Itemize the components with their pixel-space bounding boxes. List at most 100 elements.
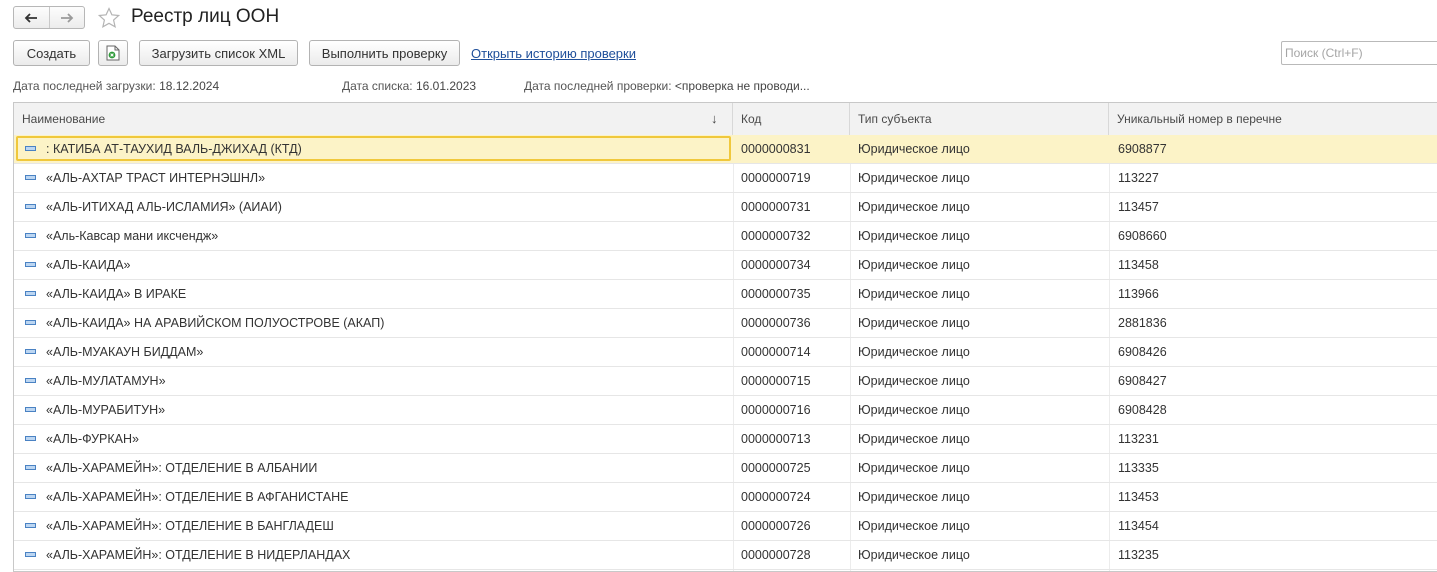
run-check-button[interactable]: Выполнить проверку [309,40,460,66]
cell-name: «АЛЬ-МУАКАУН БИДДАМ» [46,345,204,359]
cell-number: 113231 [1118,432,1159,446]
cell-type: Юридическое лицо [858,432,970,446]
cell-name: «АЛЬ-МУРАБИТУН» [46,403,166,417]
cell-code: 0000000714 [741,345,811,359]
cell-name: «АЛЬ-КАИДА» НА АРАВИЙСКОМ ПОЛУОСТРОВЕ (А… [46,316,385,330]
cell-number: 113458 [1118,258,1159,272]
cell-name: «АЛЬ-ХАРАМЕЙН»: ОТДЕЛЕНИЕ В НИДЕРЛАНДАХ [46,548,351,562]
cell-name: «АЛЬ-ИТИХАД АЛЬ-ИСЛАМИЯ» (АИАИ) [46,200,282,214]
catalog-item-icon [25,320,36,325]
last-load-value: 18.12.2024 [159,79,220,93]
cell-code: 0000000734 [741,258,811,272]
create-button[interactable]: Создать [13,40,90,66]
cell-number: 6908428 [1118,403,1167,417]
cell-code: 0000000719 [741,171,811,185]
table-row[interactable]: «АЛЬ-КАИДА» 0000000734 Юридическое лицо 113… [14,251,1437,280]
cell-type: Юридическое лицо [858,316,970,330]
table-row[interactable]: «АЛЬ-КАИДА» В ИРАКЕ 0000000735 Юридическое… [14,280,1437,309]
cell-number: 6908427 [1118,374,1167,388]
cell-type: Юридическое лицо [858,519,970,533]
entities-table[interactable]: Наименование ↓ Код Тип субъекта Уникальн… [13,102,1437,572]
cell-type: Юридическое лицо [858,229,970,243]
cell-name: «АЛЬ-МУЛАТАМУН» [46,374,166,388]
back-button[interactable] [14,7,49,28]
table-row[interactable]: «АЛЬ-ХАРАМЕЙН»: ОТДЕЛЕНИЕ В АЛБАНИИ 00000… [14,454,1437,483]
column-header-number[interactable]: Уникальный номер в перечне [1109,103,1437,135]
column-header-code[interactable]: Код [733,103,850,135]
last-check-value: <проверка не проводи... [674,79,810,93]
cell-type: Юридическое лицо [858,287,970,301]
cell-number: 113966 [1118,287,1159,301]
table-row[interactable]: «АЛЬ-ХАРАМЕЙН»: ОТДЕЛЕНИЕ В НИДЕРЛАНДАХ 0… [14,541,1437,570]
cell-type: Юридическое лицо [858,200,970,214]
cell-number: 6908660 [1118,229,1167,243]
cell-code: 0000000831 [741,142,811,156]
catalog-item-icon [25,436,36,441]
catalog-item-icon [25,262,36,267]
sort-desc-icon: ↓ [711,111,718,126]
table-row[interactable]: «АЛЬ-ФУРКАН» 0000000713 Юридическое лицо 11… [14,425,1437,454]
cell-code: 0000000732 [741,229,811,243]
cell-name: «АЛЬ-ФУРКАН» [46,432,139,446]
table-row[interactable]: «Аль-Кавсар мани иксчендж» 0000000732 Юрид… [14,222,1437,251]
table-row[interactable]: «АЛЬ-МУРАБИТУН» 0000000716 Юридическое лиц… [14,396,1437,425]
favorite-button[interactable] [97,6,121,33]
arrow-left-icon [24,12,38,23]
load-xml-button[interactable]: Загрузить список XML [139,40,298,66]
forward-button[interactable] [48,7,85,28]
last-load-label: Дата последней загрузки: [13,79,156,93]
catalog-item-icon [25,407,36,412]
cell-name: «АЛЬ-ХАРАМЕЙН»: ОТДЕЛЕНИЕ В БАНГЛАДЕШ [46,519,334,533]
cell-number: 6908426 [1118,345,1167,359]
table-row[interactable]: : КАТИБА АТ-ТАУХИД ВАЛЬ-ДЖИХАД (КТД) 0000… [14,135,1437,164]
cell-type: Юридическое лицо [858,548,970,562]
search-input[interactable] [1281,41,1437,65]
table-row[interactable]: «АЛЬ-ХАРАМЕЙН»: ОТДЕЛЕНИЕ В БАНГЛАДЕШ 000… [14,512,1437,541]
open-check-history-link[interactable]: Открыть историю проверки [471,46,636,61]
cell-number: 6908877 [1118,142,1167,156]
table-header: Наименование ↓ Код Тип субъекта Уникальн… [14,103,1437,136]
cell-code: 0000000736 [741,316,811,330]
cell-code: 0000000726 [741,519,811,533]
table-row[interactable]: «АЛЬ-АХТАР ТРАСТ ИНТЕРНЭШНЛ» 0000000719 Юр… [14,164,1437,193]
table-row[interactable]: «АЛЬ-КАИДА» НА АРАВИЙСКОМ ПОЛУОСТРОВЕ (А… [14,309,1437,338]
catalog-item-icon [25,523,36,528]
page-title: Реестр лиц ООН [131,6,280,27]
list-date-label: Дата списка: [342,79,413,93]
cell-code: 0000000724 [741,490,811,504]
table-row[interactable]: «АЛЬ-ХАРАМЕЙН»: ОТДЕЛЕНИЕ В АФГАНИСТАНЕ 0… [14,483,1437,512]
cell-code: 0000000713 [741,432,811,446]
table-row[interactable]: «АЛЬ-ИТИХАД АЛЬ-ИСЛАМИЯ» (АИАИ) 000000073… [14,193,1437,222]
last-check-label: Дата последней проверки: [524,79,672,93]
table-row[interactable]: «АЛЬ-МУАКАУН БИДДАМ» 0000000714 Юридическо… [14,338,1437,367]
column-header-type[interactable]: Тип субъекта [850,103,1109,135]
catalog-item-icon [25,552,36,557]
cell-code: 0000000728 [741,548,811,562]
cell-type: Юридическое лицо [858,345,970,359]
table-row[interactable]: «АЛЬ-МУЛАТАМУН» 0000000715 Юридическое лиц… [14,367,1437,396]
export-excel-button[interactable] [98,40,128,66]
cell-number: 113235 [1118,548,1159,562]
cell-number: 113453 [1118,490,1159,504]
cell-number: 113227 [1118,171,1159,185]
cell-type: Юридическое лицо [858,403,970,417]
cell-type: Юридическое лицо [858,461,970,475]
cell-name: «АЛЬ-ХАРАМЕЙН»: ОТДЕЛЕНИЕ В АФГАНИСТАНЕ [46,490,349,504]
last-check-info: Дата последней проверки: <проверка не пр… [524,79,810,93]
navigation-buttons [13,6,85,29]
catalog-item-icon [25,175,36,180]
cell-type: Юридическое лицо [858,171,970,185]
cell-number: 113457 [1118,200,1159,214]
cell-name: «АЛЬ-АХТАР ТРАСТ ИНТЕРНЭШНЛ» [46,171,266,185]
cell-name: «Аль-Кавсар мани иксчендж» [46,229,219,243]
arrow-right-icon [60,12,74,23]
column-header-name[interactable]: Наименование [14,103,733,135]
catalog-item-icon [25,233,36,238]
excel-icon [106,45,120,61]
cell-type: Юридическое лицо [858,490,970,504]
cell-name: «АЛЬ-КАИДА» В ИРАКЕ [46,287,187,301]
catalog-item-icon [25,204,36,209]
list-date-value: 16.01.2023 [415,79,477,93]
cell-name: : КАТИБА АТ-ТАУХИД ВАЛЬ-ДЖИХАД (КТД) [46,142,302,156]
last-load-info: Дата последней загрузки: 18.12.2024 [13,79,219,93]
